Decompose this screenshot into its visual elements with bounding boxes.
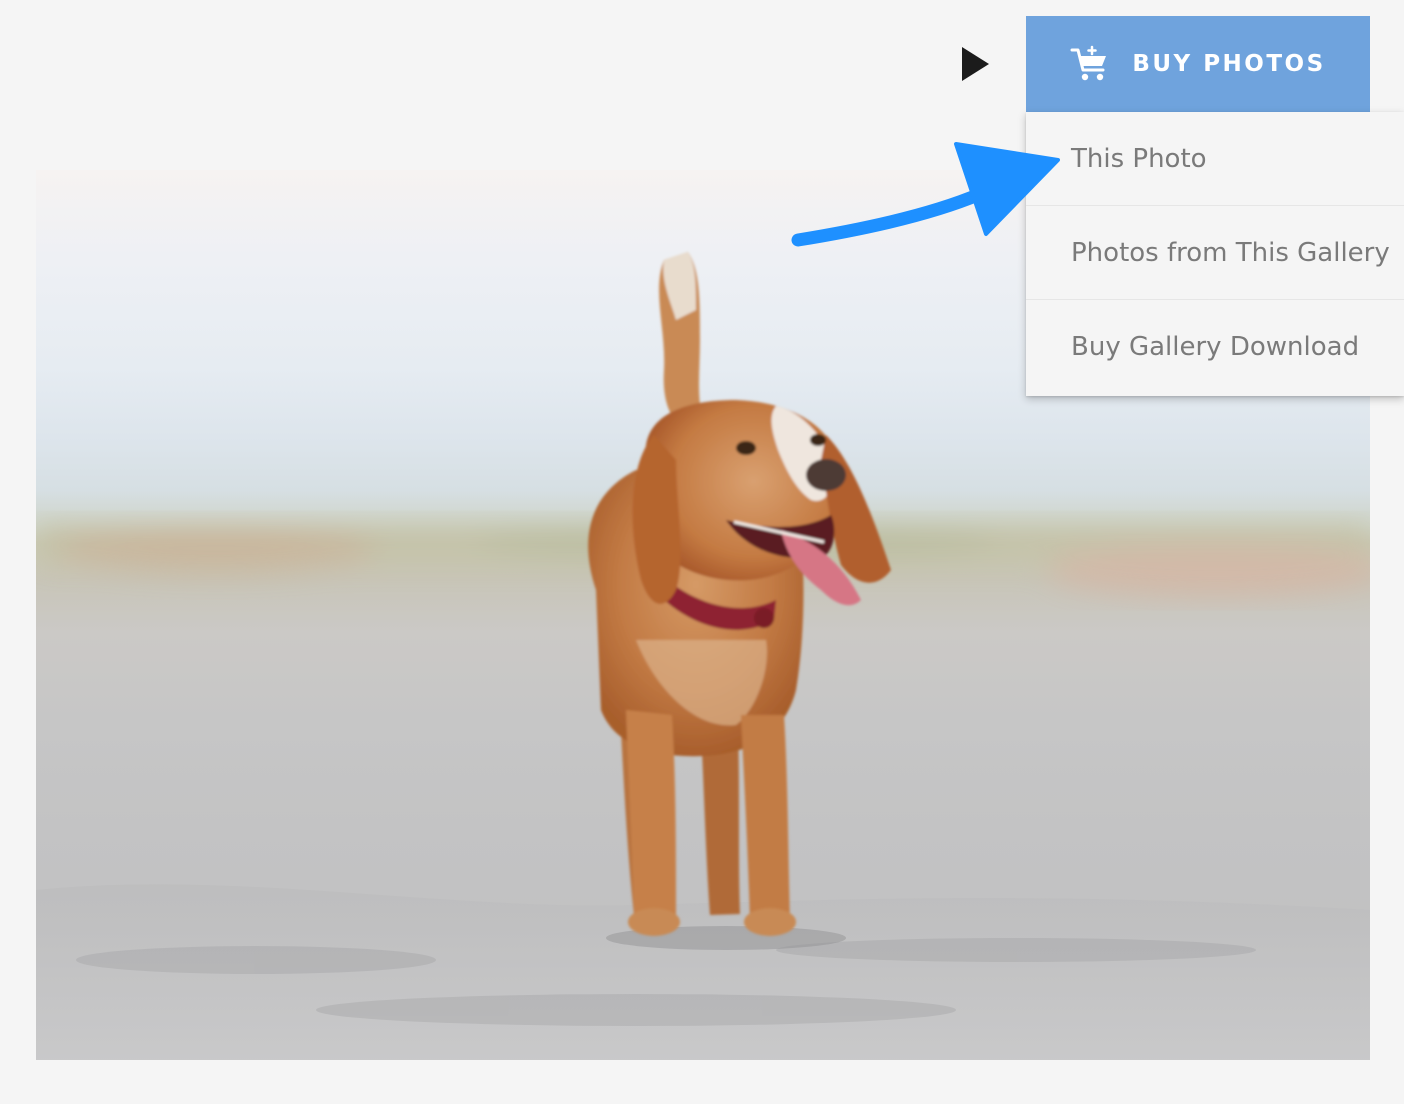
buy-options-dropdown: This Photo Photos from This Gallery Buy … — [1026, 112, 1404, 396]
menu-item-photos-from-gallery[interactable]: Photos from This Gallery — [1026, 206, 1404, 300]
menu-item-buy-gallery-download[interactable]: Buy Gallery Download — [1026, 300, 1404, 394]
cart-icon — [1070, 45, 1107, 81]
buy-photos-button[interactable]: BUY PHOTOS — [1026, 16, 1370, 112]
menu-item-this-photo[interactable]: This Photo — [1026, 112, 1404, 206]
arrow-pointer-icon — [791, 142, 1060, 247]
play-icon[interactable] — [962, 47, 989, 81]
buy-photos-label: BUY PHOTOS — [1132, 51, 1326, 77]
